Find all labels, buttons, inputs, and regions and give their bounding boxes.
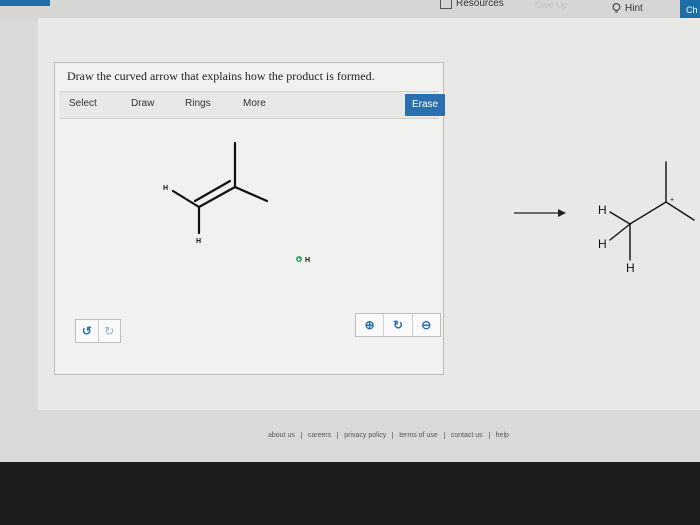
rings-tool[interactable]: Rings <box>185 98 211 109</box>
hint-button[interactable]: Hint <box>612 3 643 14</box>
erase-button[interactable]: Erase <box>405 94 445 116</box>
check-answer-button[interactable]: Ch <box>680 0 700 20</box>
proton-charge: + <box>297 258 301 264</box>
zoom-in-icon[interactable]: ⊕ <box>356 314 383 336</box>
undo-icon[interactable]: ↺ <box>76 320 98 342</box>
select-tool[interactable]: Select <box>69 98 97 109</box>
footer-link-contact[interactable]: contact us <box>445 432 490 439</box>
proton-h: H <box>305 257 310 264</box>
bond-h-mid <box>609 223 631 241</box>
top-bar: Resources Give Up Hint Ch <box>0 0 700 20</box>
carbocation-structure <box>609 161 695 261</box>
methyl-bond-right <box>233 185 269 203</box>
hydrogen-bottom: H <box>196 238 201 245</box>
proton-ion: + H <box>296 256 310 264</box>
footer-link-about[interactable]: about us <box>262 432 302 439</box>
footer-link-help[interactable]: help <box>490 432 515 439</box>
footer-link-terms[interactable]: terms of use <box>393 432 445 439</box>
question-card: Draw the curved arrow that explains how … <box>38 18 700 410</box>
lightbulb-icon <box>612 3 621 13</box>
hydrogen-left: H <box>163 185 168 192</box>
bond-h-top <box>609 211 631 225</box>
bond-to-ch2 <box>629 201 667 225</box>
redo-icon[interactable]: ↻ <box>97 320 121 342</box>
footer-links: about us careers privacy policy terms of… <box>262 432 515 439</box>
product-hydrogen-bottom: H <box>626 261 635 275</box>
bond-to-h-left <box>171 189 201 209</box>
footer-link-privacy[interactable]: privacy policy <box>338 432 394 439</box>
zoom-controls: ⊕ ↻ ⊖ <box>355 313 441 337</box>
question-prompt: Draw the curved arrow that explains how … <box>67 69 375 83</box>
resources-icon <box>440 0 452 9</box>
give-up-button[interactable]: Give Up <box>535 0 568 10</box>
more-tool[interactable]: More <box>243 98 266 109</box>
device-bezel <box>0 462 700 525</box>
draw-tool[interactable]: Draw <box>131 98 154 109</box>
footer-link-careers[interactable]: careers <box>302 432 339 439</box>
history-controls: ↺ ↻ <box>75 319 121 343</box>
product-hydrogen-top: H <box>598 203 607 217</box>
bond-right-methyl <box>665 201 695 221</box>
resources-label: Resources <box>456 0 504 9</box>
double-bond-a <box>197 185 237 209</box>
reaction-arrow <box>514 209 566 217</box>
resources-button[interactable]: Resources <box>440 0 504 9</box>
top-accent-strip <box>0 0 50 6</box>
zoom-out-icon[interactable]: ⊖ <box>411 314 440 336</box>
hint-label: Hint <box>625 3 643 14</box>
product-hydrogen-mid: H <box>598 237 607 251</box>
carbocation-charge: + <box>670 197 674 204</box>
double-bond-b <box>193 179 232 203</box>
drawing-toolbar: Select Draw Rings More <box>59 91 439 119</box>
product-panel: + H H H <box>514 161 695 275</box>
drawing-panel: Draw the curved arrow that explains how … <box>54 62 445 375</box>
alkene-structure <box>171 141 269 235</box>
reset-icon[interactable]: ↻ <box>383 314 411 336</box>
